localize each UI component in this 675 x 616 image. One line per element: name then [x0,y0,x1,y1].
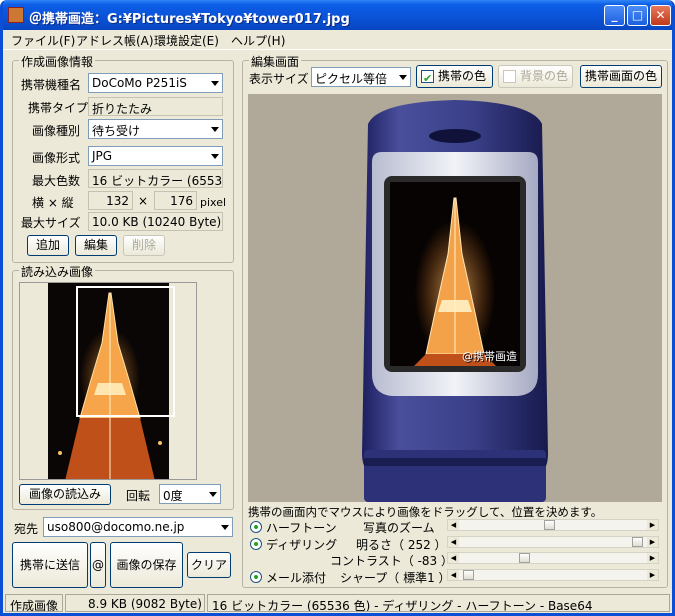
title-bar: ＠携帯画造：G:¥Pictures¥Tokyo¥tower017.jpg _ □… [3,0,672,30]
menu-settings[interactable]: 環境設定(E) [154,32,219,49]
contrast-slider[interactable]: ◀ ▶ [447,552,659,564]
group-title: 読み込み画像 [19,263,96,280]
chevron-down-icon[interactable] [216,518,232,536]
sharpness-label: シャープ（ 標準1 ） [340,571,451,585]
width-value: 132 [88,191,133,210]
group-title: 編集画面 [249,53,302,70]
edit-button[interactable]: 編集 [75,235,117,256]
brightness-label: 明るさ（ 252 ） [356,538,447,552]
drag-hint: 携帯の画面内でマウスにより画像をドラッグして、位置を決めます。 [248,505,603,519]
delete-button[interactable]: 削除 [123,235,165,256]
close-button[interactable]: ✕ [650,5,671,26]
menu-help[interactable]: ヘルプ(H) [231,32,285,49]
brightness-slider-thumb[interactable] [632,537,643,547]
arrow-right-icon[interactable]: ▶ [647,520,658,530]
display-size-select[interactable]: ピクセル等倍 [311,67,411,87]
phone-preview [362,100,548,502]
zoom-label: 写真のズーム [363,521,435,535]
maximize-button[interactable]: □ [627,5,648,26]
colors-label: 最大色数 [32,174,81,188]
rotate-select[interactable]: 0度 [159,484,221,504]
status-size: 8.9 KB (9082 Byte) [65,594,205,612]
chevron-down-icon[interactable] [206,147,222,165]
arrow-left-icon[interactable]: ◀ [448,553,459,563]
pixel-unit: pixel [200,196,227,209]
mail-attach-label: メール添付 [266,571,327,585]
times-sign: × [138,194,149,208]
address-at-button[interactable]: @ [90,542,106,588]
format-select[interactable]: JPG [88,146,223,166]
zoom-slider-thumb[interactable] [544,520,555,530]
arrow-right-icon[interactable]: ▶ [647,553,658,563]
halftone-radio[interactable] [250,521,262,533]
chevron-down-icon[interactable] [206,74,222,92]
type-value: 折りたたみ [88,97,223,116]
menu-bar: ファイル(F) アドレス帳(A) 環境設定(E) ヘルプ(H) [3,30,672,50]
arrow-left-icon[interactable]: ◀ [448,570,459,580]
bg-color-label: 背景の色 [520,69,569,83]
bg-color-checkbox[interactable] [503,70,516,83]
dithering-radio[interactable] [250,538,262,550]
loaded-image-preview[interactable] [19,282,197,480]
brightness-slider[interactable]: ◀ ▶ [447,536,659,548]
phone-color-checkbox[interactable] [421,68,434,89]
model-label: 携帯機種名 [21,78,82,92]
format-label: 画像形式 [32,151,81,165]
maxsize-value: 10.0 KB (10240 Byte) [88,212,223,231]
chevron-down-icon[interactable] [206,120,222,138]
crop-frame[interactable] [76,286,175,417]
clear-button[interactable]: クリア [187,552,231,578]
sharpness-slider-thumb[interactable] [463,570,474,580]
display-size-label: 表示サイズ [249,72,309,86]
add-button[interactable]: 追加 [27,235,69,256]
window-title: ＠携帯画造：G:¥Pictures¥Tokyo¥tower017.jpg [29,12,350,27]
send-button[interactable]: 携帯に送信 [12,542,88,588]
menu-file[interactable]: ファイル(F) [11,32,75,49]
status-label: 作成画像 [5,594,63,612]
colors-value: 16 ビットカラー (65536 色) [88,169,223,188]
zoom-slider[interactable]: ◀ ▶ [447,519,659,531]
phone-color-button[interactable]: 携帯の色 [416,65,493,89]
arrow-right-icon[interactable]: ▶ [647,537,658,547]
mail-attach-radio[interactable] [250,571,262,583]
editor-canvas[interactable]: @携帯画造 [248,94,662,502]
destination-select[interactable]: uso800@docomo.ne.jp [43,517,233,537]
kind-select[interactable]: 待ち受け [88,119,223,139]
save-image-button[interactable]: 画像の保存 [110,542,183,588]
chevron-down-icon[interactable] [204,485,220,503]
sharpness-slider[interactable]: ◀ ▶ [447,569,659,581]
maxsize-label: 最大サイズ [21,216,81,230]
rotate-label: 回転 [126,489,151,503]
arrow-left-icon[interactable]: ◀ [448,537,459,547]
model-select[interactable]: DoCoMo P251iS [88,73,223,93]
app-window: ＠携帯画造：G:¥Pictures¥Tokyo¥tower017.jpg _ □… [0,0,675,616]
watermark-label: @携帯画造 [462,350,517,363]
screen-color-button[interactable]: 携帯画面の色 [580,65,662,88]
minimize-button[interactable]: _ [604,5,625,26]
halftone-label: ハーフトーン [266,521,337,535]
bg-color-button[interactable]: 背景の色 [498,65,573,88]
arrow-right-icon[interactable]: ▶ [647,570,658,580]
app-icon[interactable] [8,7,24,23]
contrast-slider-thumb[interactable] [519,553,530,563]
load-image-button[interactable]: 画像の読込み [19,484,111,505]
arrow-left-icon[interactable]: ◀ [448,520,459,530]
type-label: 携帯タイプ [28,101,89,115]
contrast-label: コントラスト（ -83 ） [330,554,453,568]
menu-address-book[interactable]: アドレス帳(A) [76,32,154,49]
group-title: 作成画像情報 [19,53,96,70]
size-label: 横 × 縦 [32,196,74,210]
kind-label: 画像種別 [32,124,81,138]
destination-label: 宛先 [14,522,39,536]
chevron-down-icon[interactable] [394,68,410,86]
height-value: 176 [154,191,197,210]
dithering-label: ディザリング [266,538,338,552]
phone-color-label: 携帯の色 [438,69,487,83]
status-detail: 16 ビットカラー (65536 色) - ディザリング - ハーフトーン - … [207,594,670,612]
